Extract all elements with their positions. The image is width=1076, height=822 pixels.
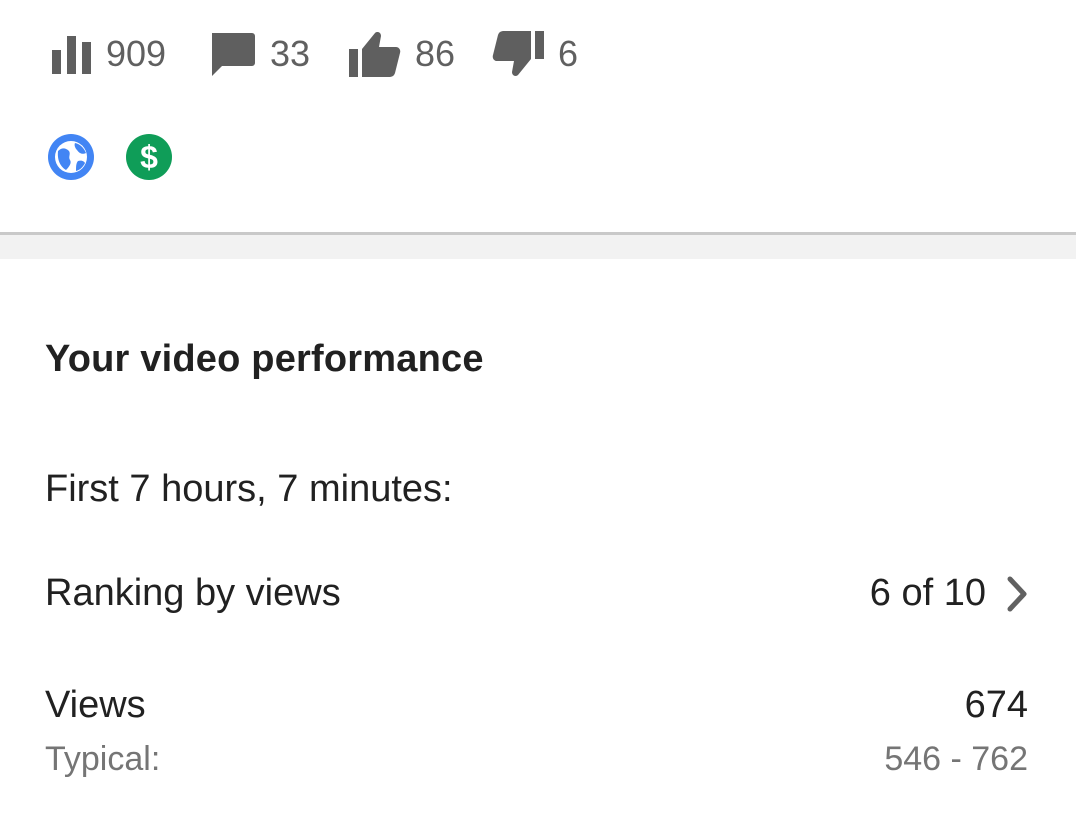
- globe-icon[interactable]: [48, 134, 94, 180]
- ranking-row-link[interactable]: 6 of 10: [870, 572, 1028, 615]
- likes-stat[interactable]: 86: [349, 30, 455, 78]
- video-stats-card: 909 33 86 6 $: [0, 0, 1076, 232]
- bar-chart-icon: [52, 36, 91, 74]
- svg-text:$: $: [140, 139, 158, 175]
- views-value: 674: [964, 684, 1028, 726]
- typical-label: Typical:: [45, 740, 161, 778]
- dislikes-stat[interactable]: 6: [492, 30, 578, 78]
- comments-count: 33: [270, 33, 311, 74]
- likes-count: 86: [415, 33, 456, 74]
- comment-icon: [212, 33, 255, 76]
- chevron-right-icon: [1007, 576, 1027, 611]
- ranking-value: 6 of 10: [869, 572, 986, 614]
- views-label: Views: [45, 684, 146, 726]
- period-label: First 7 hours, 7 minutes:: [45, 468, 453, 510]
- ranking-label: Ranking by views: [45, 572, 341, 614]
- section-divider: [0, 232, 1076, 259]
- typical-range: 546 - 762: [884, 740, 1028, 778]
- stats-row: 909 33 86 6: [0, 0, 1076, 110]
- section-title: Your video performance: [45, 338, 484, 380]
- views-stat[interactable]: 909: [52, 30, 166, 78]
- dislikes-count: 6: [558, 33, 579, 74]
- views-count: 909: [106, 33, 167, 74]
- status-badges: $: [48, 134, 172, 180]
- video-analytics-page: 909 33 86 6 $ Your video performance Fir…: [0, 0, 1076, 822]
- dollar-icon[interactable]: $: [126, 134, 172, 180]
- thumbs-down-icon: [492, 31, 544, 76]
- comments-stat[interactable]: 33: [208, 30, 310, 78]
- thumbs-up-icon: [349, 32, 401, 77]
